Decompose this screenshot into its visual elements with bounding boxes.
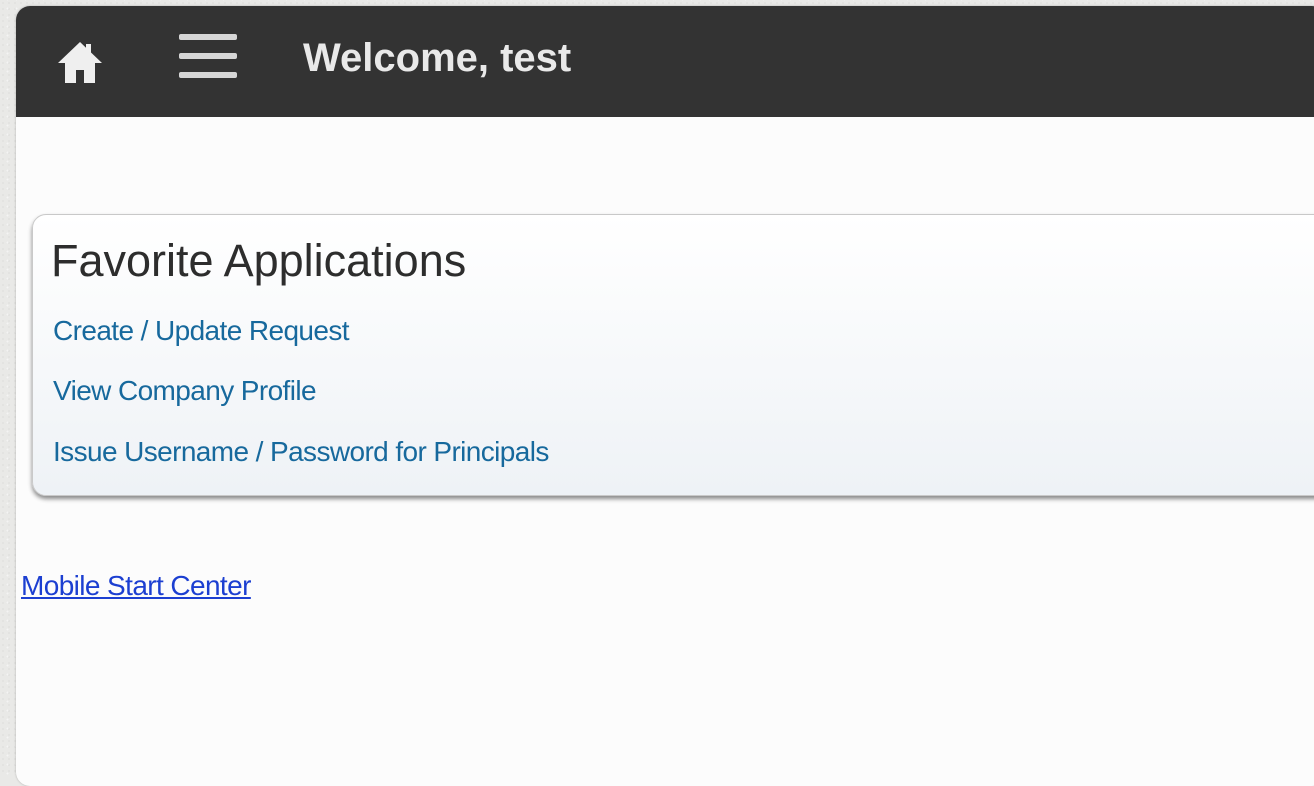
menu-button[interactable] [175, 26, 241, 86]
page-title: Welcome, test [303, 36, 572, 80]
home-icon [58, 42, 102, 83]
view-company-profile-link[interactable]: View Company Profile [53, 375, 317, 407]
panel-title: Favorite Applications [51, 235, 467, 286]
hamburger-menu-icon [179, 34, 237, 78]
favorite-applications-panel: Favorite Applications Create / Update Re… [32, 214, 1314, 496]
top-bar: Welcome, test [16, 6, 1314, 117]
home-button[interactable] [52, 33, 108, 89]
mobile-start-center-link[interactable]: Mobile Start Center [21, 570, 251, 602]
issue-username-password-link[interactable]: Issue Username / Password for Principals [53, 436, 549, 468]
create-update-request-link[interactable]: Create / Update Request [53, 315, 350, 347]
app-window: Welcome, test Favorite Applications Crea… [16, 6, 1314, 786]
